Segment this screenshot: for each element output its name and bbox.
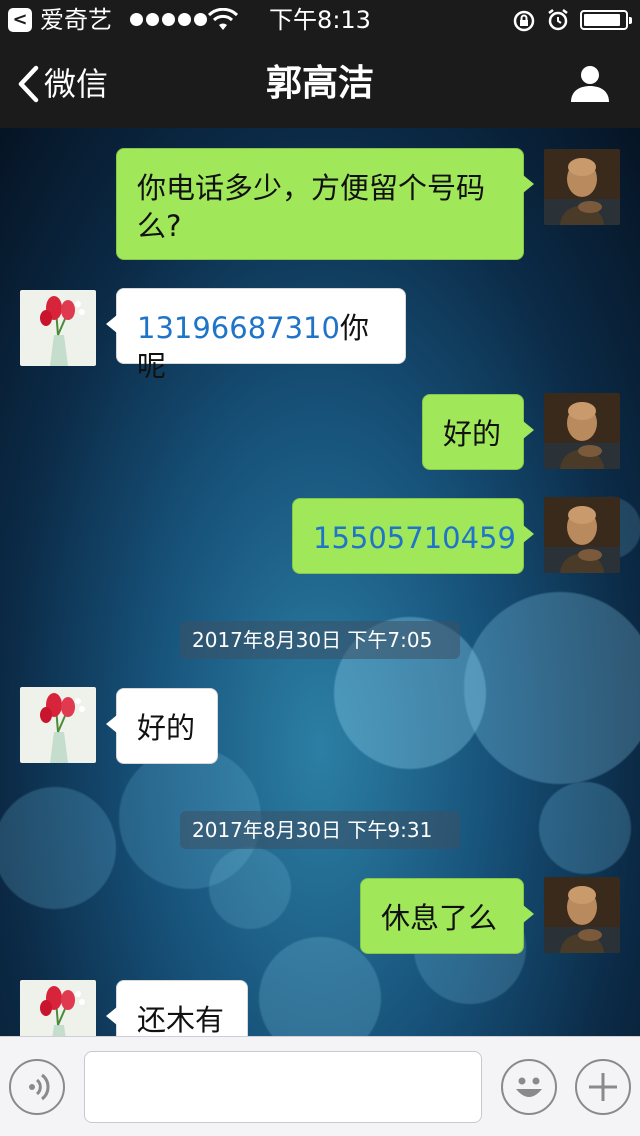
contact-avatar[interactable]: [20, 980, 96, 1036]
my-avatar[interactable]: [544, 877, 620, 953]
emoji-button[interactable]: [501, 1059, 557, 1115]
timestamp: 2017年8月30日 下午7:05: [180, 621, 460, 659]
my-avatar[interactable]: [544, 393, 620, 469]
message-row: 13196687310你呢: [0, 288, 640, 383]
phone-link[interactable]: 15505710459: [313, 521, 516, 555]
message-bubble[interactable]: 15505710459: [292, 498, 534, 574]
message-row: 休息了么: [0, 877, 640, 954]
voice-button[interactable]: [9, 1059, 65, 1115]
message-text: 好的: [443, 417, 502, 451]
message-row: 好的: [0, 393, 640, 470]
contact-avatar[interactable]: [20, 687, 96, 763]
input-bar: [0, 1036, 640, 1136]
nav-bar: 微信 郭高洁: [0, 40, 640, 128]
chat-title: 郭高洁: [265, 63, 374, 104]
status-time: 下午8:13: [269, 6, 371, 34]
phone-link[interactable]: 13196687310: [137, 311, 340, 345]
chat-area[interactable]: 你电话多少，方便留个号码么? 13196687310你呢 好的 15505710…: [0, 128, 640, 1036]
message-input[interactable]: [84, 1051, 482, 1123]
message-bubble[interactable]: 休息了么: [360, 878, 534, 954]
message-bubble[interactable]: 还木有: [106, 980, 248, 1036]
alarm-icon: [548, 9, 568, 31]
more-button[interactable]: [575, 1059, 631, 1115]
contact-avatar[interactable]: [20, 290, 96, 366]
message-text: 还木有: [137, 1003, 225, 1036]
timestamp: 2017年8月30日 下午9:31: [180, 811, 460, 849]
message-bubble[interactable]: 13196687310你呢: [106, 288, 406, 383]
message-bubble[interactable]: 你电话多少，方便留个号码么?: [116, 148, 534, 260]
emoji-icon: [516, 1077, 542, 1097]
message-row: 还木有: [0, 980, 640, 1036]
message-bubble[interactable]: 好的: [106, 688, 218, 764]
battery-icon: [580, 10, 632, 30]
voice-icon: [29, 1073, 50, 1101]
my-avatar[interactable]: [544, 497, 620, 573]
person-icon[interactable]: [568, 64, 612, 104]
message-row: 你电话多少，方便留个号码么?: [0, 148, 640, 260]
message-row: 15505710459: [0, 497, 640, 574]
my-avatar[interactable]: [544, 149, 620, 225]
message-text: 好的: [137, 711, 196, 745]
message-row: 好的: [0, 687, 640, 764]
message-text: 休息了么: [381, 901, 498, 935]
message-text: 你电话多少，方便留个号码么?: [137, 171, 486, 243]
plus-icon: [589, 1073, 617, 1101]
rotation-lock-icon: [513, 10, 535, 32]
message-bubble[interactable]: 好的: [422, 394, 534, 470]
status-bar: < 爱奇艺 下午8:13: [0, 0, 640, 40]
